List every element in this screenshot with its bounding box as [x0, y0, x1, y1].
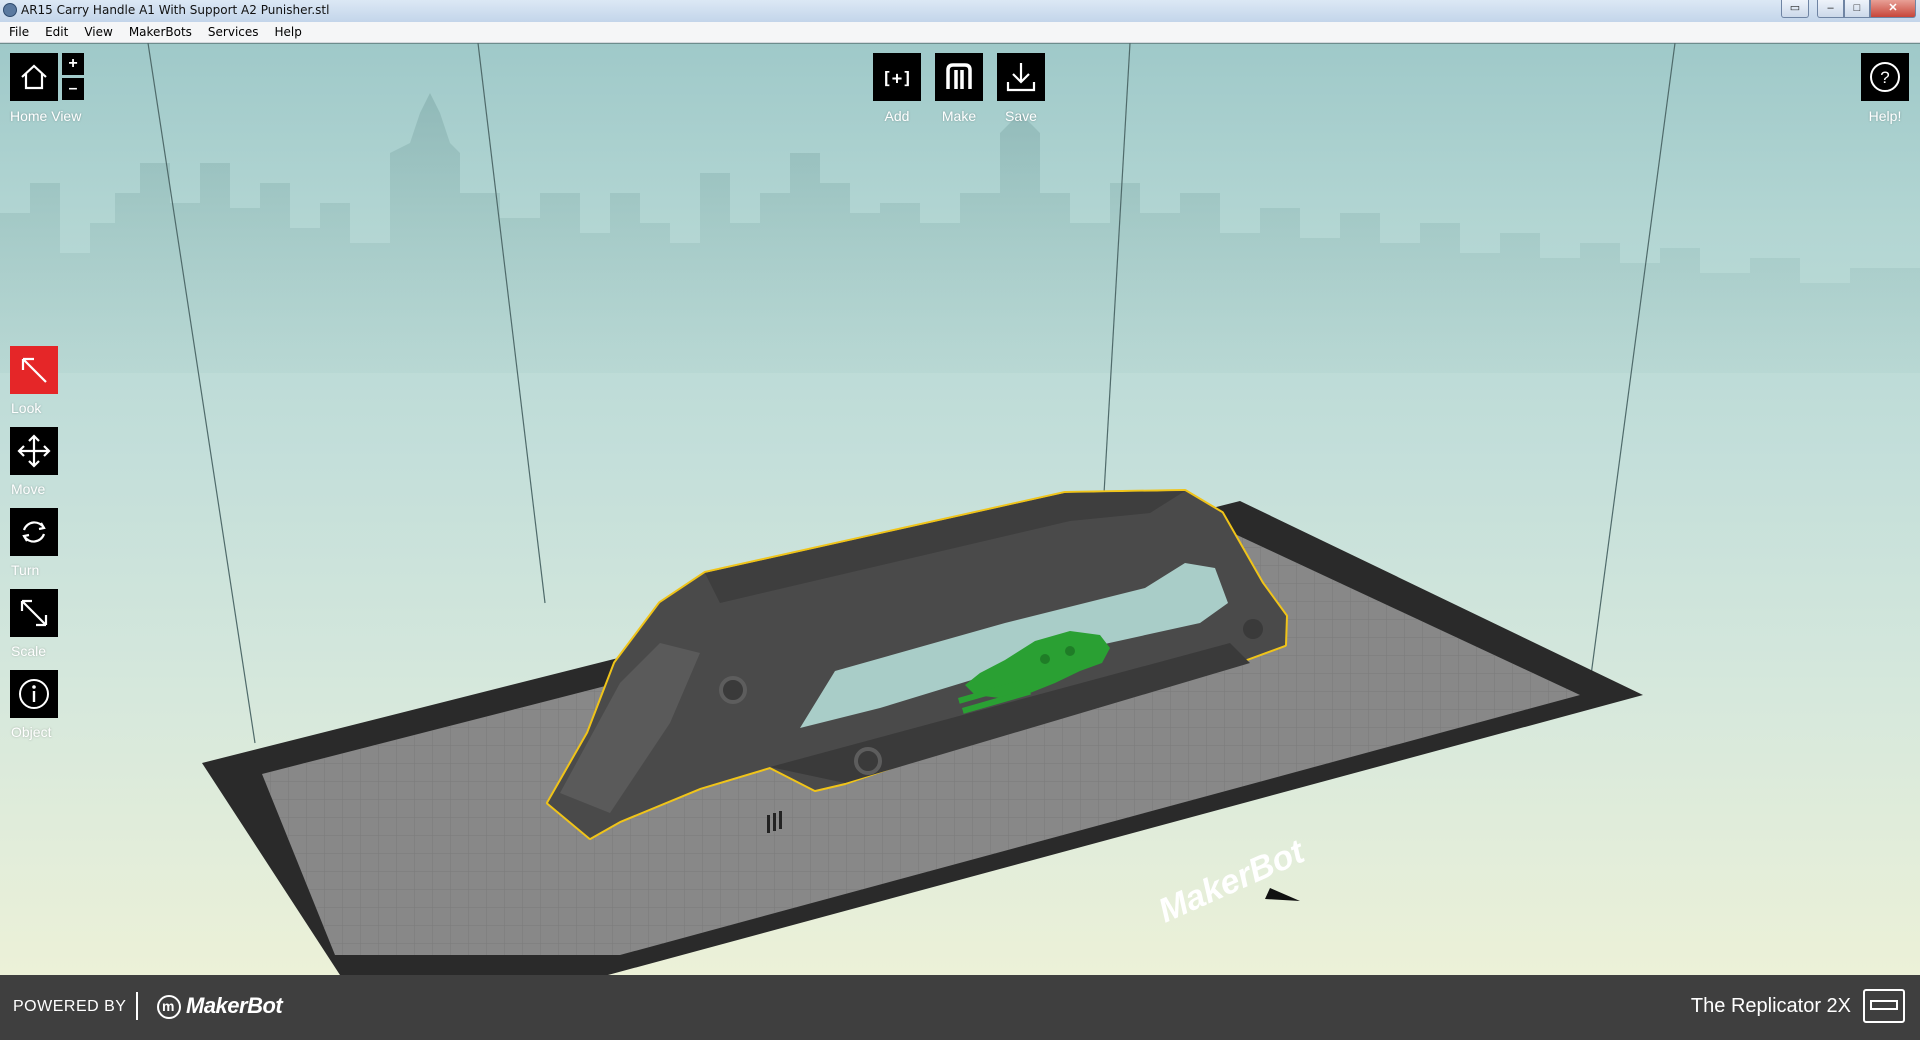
look-tool-label: Look	[11, 400, 42, 416]
app-icon	[3, 3, 17, 17]
info-icon	[19, 679, 49, 709]
city-skyline	[0, 93, 1920, 373]
minimize-button[interactable]: –	[1817, 0, 1844, 18]
powered-by-text: POWERED BY	[13, 998, 127, 1015]
zoom-out-button[interactable]: –	[62, 78, 84, 100]
object-tool-label: Object	[11, 724, 52, 740]
printer-name[interactable]: The Replicator 2X	[1691, 995, 1851, 1018]
help-button[interactable]: ?	[1861, 53, 1909, 101]
menu-makerbots[interactable]: MakerBots	[120, 22, 199, 42]
window-extra-button[interactable]: ▭	[1781, 0, 1809, 18]
menu-file[interactable]: File	[0, 22, 36, 42]
plate-front-arrow	[1265, 888, 1300, 901]
menu-services[interactable]: Services	[199, 22, 266, 42]
maximize-button[interactable]: □	[1844, 0, 1870, 18]
makerbot-brand-text: MakerBot	[186, 993, 283, 1018]
window-title: AR15 Carry Handle A1 With Support A2 Pun…	[21, 3, 330, 17]
add-icon: [+]	[882, 69, 913, 89]
make-label: Make	[941, 108, 977, 124]
home-view-button[interactable]	[10, 53, 58, 101]
look-tool-button[interactable]	[10, 346, 58, 394]
save-button[interactable]	[997, 53, 1045, 101]
look-arrow-icon	[21, 357, 47, 383]
close-button[interactable]: ✕	[1870, 0, 1916, 18]
move-arrows-icon	[17, 434, 51, 468]
footer-separator	[136, 992, 138, 1020]
title-bar: AR15 Carry Handle A1 With Support A2 Pun…	[0, 0, 1920, 23]
makerbot-m-icon	[946, 63, 972, 89]
move-tool-label: Move	[11, 481, 46, 497]
svg-text:[+]: [+]	[882, 69, 913, 89]
turn-tool-button[interactable]	[10, 508, 58, 556]
move-tool-button[interactable]	[10, 427, 58, 475]
printer-icon[interactable]	[1863, 989, 1905, 1023]
download-icon	[1006, 63, 1036, 92]
make-button[interactable]	[935, 53, 983, 101]
scene: MakerBot	[0, 43, 1920, 975]
add-button[interactable]: [+]	[873, 53, 921, 101]
help-icon: ?	[1870, 62, 1900, 92]
menu-help[interactable]: Help	[266, 22, 309, 42]
menu-edit[interactable]: Edit	[36, 22, 75, 42]
plate-logo: MakerBot	[1153, 832, 1312, 930]
save-label: Save	[1005, 108, 1037, 124]
window-controls: ▭ – □ ✕	[1781, 0, 1916, 18]
footer-bar: POWERED BY m MakerBot The Replicator 2X	[0, 975, 1920, 1040]
rotate-icon	[22, 521, 46, 543]
turn-tool-label: Turn	[11, 562, 40, 578]
add-label: Add	[884, 108, 910, 124]
object-tool-button[interactable]	[10, 670, 58, 718]
help-label: Help!	[1868, 108, 1902, 124]
scale-tool-label: Scale	[11, 643, 47, 659]
3d-viewport[interactable]: MakerBot + – Home View [+] Add Make Save…	[0, 43, 1920, 975]
menu-bar: File Edit View MakerBots Services Help	[0, 22, 1920, 43]
svg-text:?: ?	[1880, 68, 1889, 87]
zoom-in-button[interactable]: +	[62, 53, 84, 75]
makerbot-logo-icon: m	[157, 995, 181, 1019]
menu-view[interactable]: View	[75, 22, 119, 42]
home-icon	[21, 64, 47, 90]
scale-tool-button[interactable]	[10, 589, 58, 637]
home-view-label: Home View	[10, 108, 82, 124]
scale-arrow-icon	[20, 599, 48, 627]
